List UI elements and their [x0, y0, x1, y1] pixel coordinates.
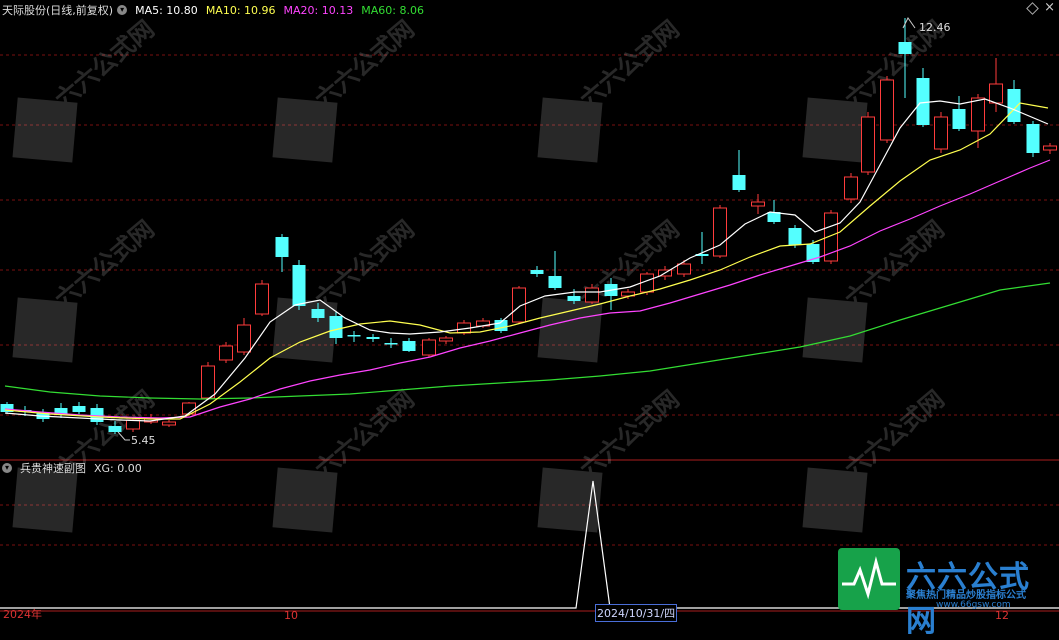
watermark-tile: 六六公式网: [537, 215, 685, 363]
candle-body: [732, 175, 746, 190]
candle-body: [971, 97, 985, 132]
candle-body: [329, 316, 343, 338]
candle-body: [677, 263, 691, 275]
candle-body: [439, 337, 453, 342]
indicator-legend: ▾ 兵贵神速副图 XG: 0.00: [2, 459, 150, 477]
ma20-label: MA20: 10.13: [283, 3, 354, 17]
candle-body: [713, 207, 727, 257]
watermark-text: 六六公式网: [575, 15, 685, 114]
indicator-title: 兵贵神速副图: [20, 462, 86, 475]
candle-body: [567, 296, 581, 301]
watermark-text: 六六公式网: [310, 215, 420, 314]
candle-body: [844, 176, 858, 200]
candle-body: [347, 335, 361, 337]
candle-body: [530, 270, 544, 274]
candle-body: [126, 419, 140, 430]
candle-body: [237, 324, 251, 353]
candle-body: [788, 228, 802, 245]
watermark-tile: 六六公式网: [272, 215, 420, 363]
watermark-text: 六六公式网: [50, 15, 160, 114]
candle-body: [1026, 124, 1040, 153]
candle-body: [934, 116, 948, 150]
axis-label-oct: 10: [284, 609, 298, 622]
candle-body: [989, 83, 1003, 104]
candle-body: [916, 78, 930, 125]
candle-body: [1043, 145, 1057, 151]
candle-body: [219, 345, 233, 361]
candle-body: [898, 42, 912, 54]
watermark-tile: 六六公式网: [802, 385, 950, 533]
close-icon[interactable]: ×: [1044, 0, 1055, 15]
ma60-label: MA60: 8.06: [361, 3, 424, 17]
stock-title: 天际股份(日线,前复权): [2, 4, 114, 17]
watermark-text: 六六公式网: [575, 385, 685, 484]
low-price-label: 5.45: [131, 434, 156, 447]
main-legend: 天际股份(日线,前复权) ▾ MA5: 10.80 MA10: 10.96 MA…: [2, 1, 432, 19]
candle-body: [880, 79, 894, 141]
candle-body: [275, 237, 289, 257]
watermark-text: 六六公式网: [840, 215, 950, 314]
candle-body: [366, 337, 380, 339]
candlestick-series: [0, 18, 1057, 434]
watermark-tile: 六六公式网: [272, 385, 420, 533]
watermark-tile: 六六公式网: [537, 15, 685, 163]
candle-body: [162, 421, 176, 426]
candle-body: [292, 265, 306, 306]
watermark-tile: 六六公式网: [12, 215, 160, 363]
watermark-tile: 六六公式网: [272, 15, 420, 163]
logo-subtitle: 聚焦热门精品炒股指标公式: [906, 590, 1026, 601]
price-chart[interactable]: 六六公式网 六六公式网 六六公式网 六六公式网六六公式网 六六公式网 六六公式网 六六公式网…: [0, 0, 1059, 622]
watermark-tile: 六六公式网: [12, 15, 160, 163]
ma5-label: MA5: 10.80: [135, 3, 198, 17]
candle-body: [90, 408, 104, 422]
axis-label-start: 2024年: [3, 608, 42, 621]
watermark-text: 六六公式网: [50, 215, 160, 314]
watermark-text: 六六公式网: [310, 385, 420, 484]
collapse-icon[interactable]: ▾: [117, 5, 128, 15]
collapse-icon[interactable]: ▾: [2, 463, 12, 473]
candle-body: [255, 283, 269, 315]
candle-body: [384, 343, 398, 345]
xg-value: XG: 0.00: [94, 461, 142, 475]
candle-body: [585, 287, 599, 303]
candle-body: [201, 365, 215, 399]
candle-body: [751, 201, 765, 207]
logo-url: www.66gsw.com: [936, 600, 1011, 610]
ma10-label: MA10: 10.96: [205, 3, 276, 17]
candle-body: [72, 406, 86, 412]
candle-body: [311, 309, 325, 318]
ma20-line: [4, 159, 1051, 419]
candle-body: [108, 426, 122, 432]
watermark-tile: 六六公式网: [802, 215, 950, 363]
watermark-tile: 六六公式网: [537, 385, 685, 533]
ma60-line: [4, 282, 1051, 400]
logo-icon: [838, 548, 900, 610]
watermark-logo: 六六公式网 聚焦热门精品炒股指标公式 www.66gsw.com: [838, 548, 1056, 639]
candle-body: [1007, 89, 1021, 122]
watermark-text: 六六公式网: [310, 15, 420, 114]
candle-body: [952, 109, 966, 129]
candle-body: [548, 276, 562, 288]
candle-body: [422, 339, 436, 356]
cursor-date-label: 2024/10/31/四: [595, 604, 678, 622]
high-price-label: 12.46: [919, 21, 951, 34]
watermark-text: 六六公式网: [840, 385, 950, 484]
candle-body: [861, 116, 875, 173]
candle-body: [402, 341, 416, 351]
